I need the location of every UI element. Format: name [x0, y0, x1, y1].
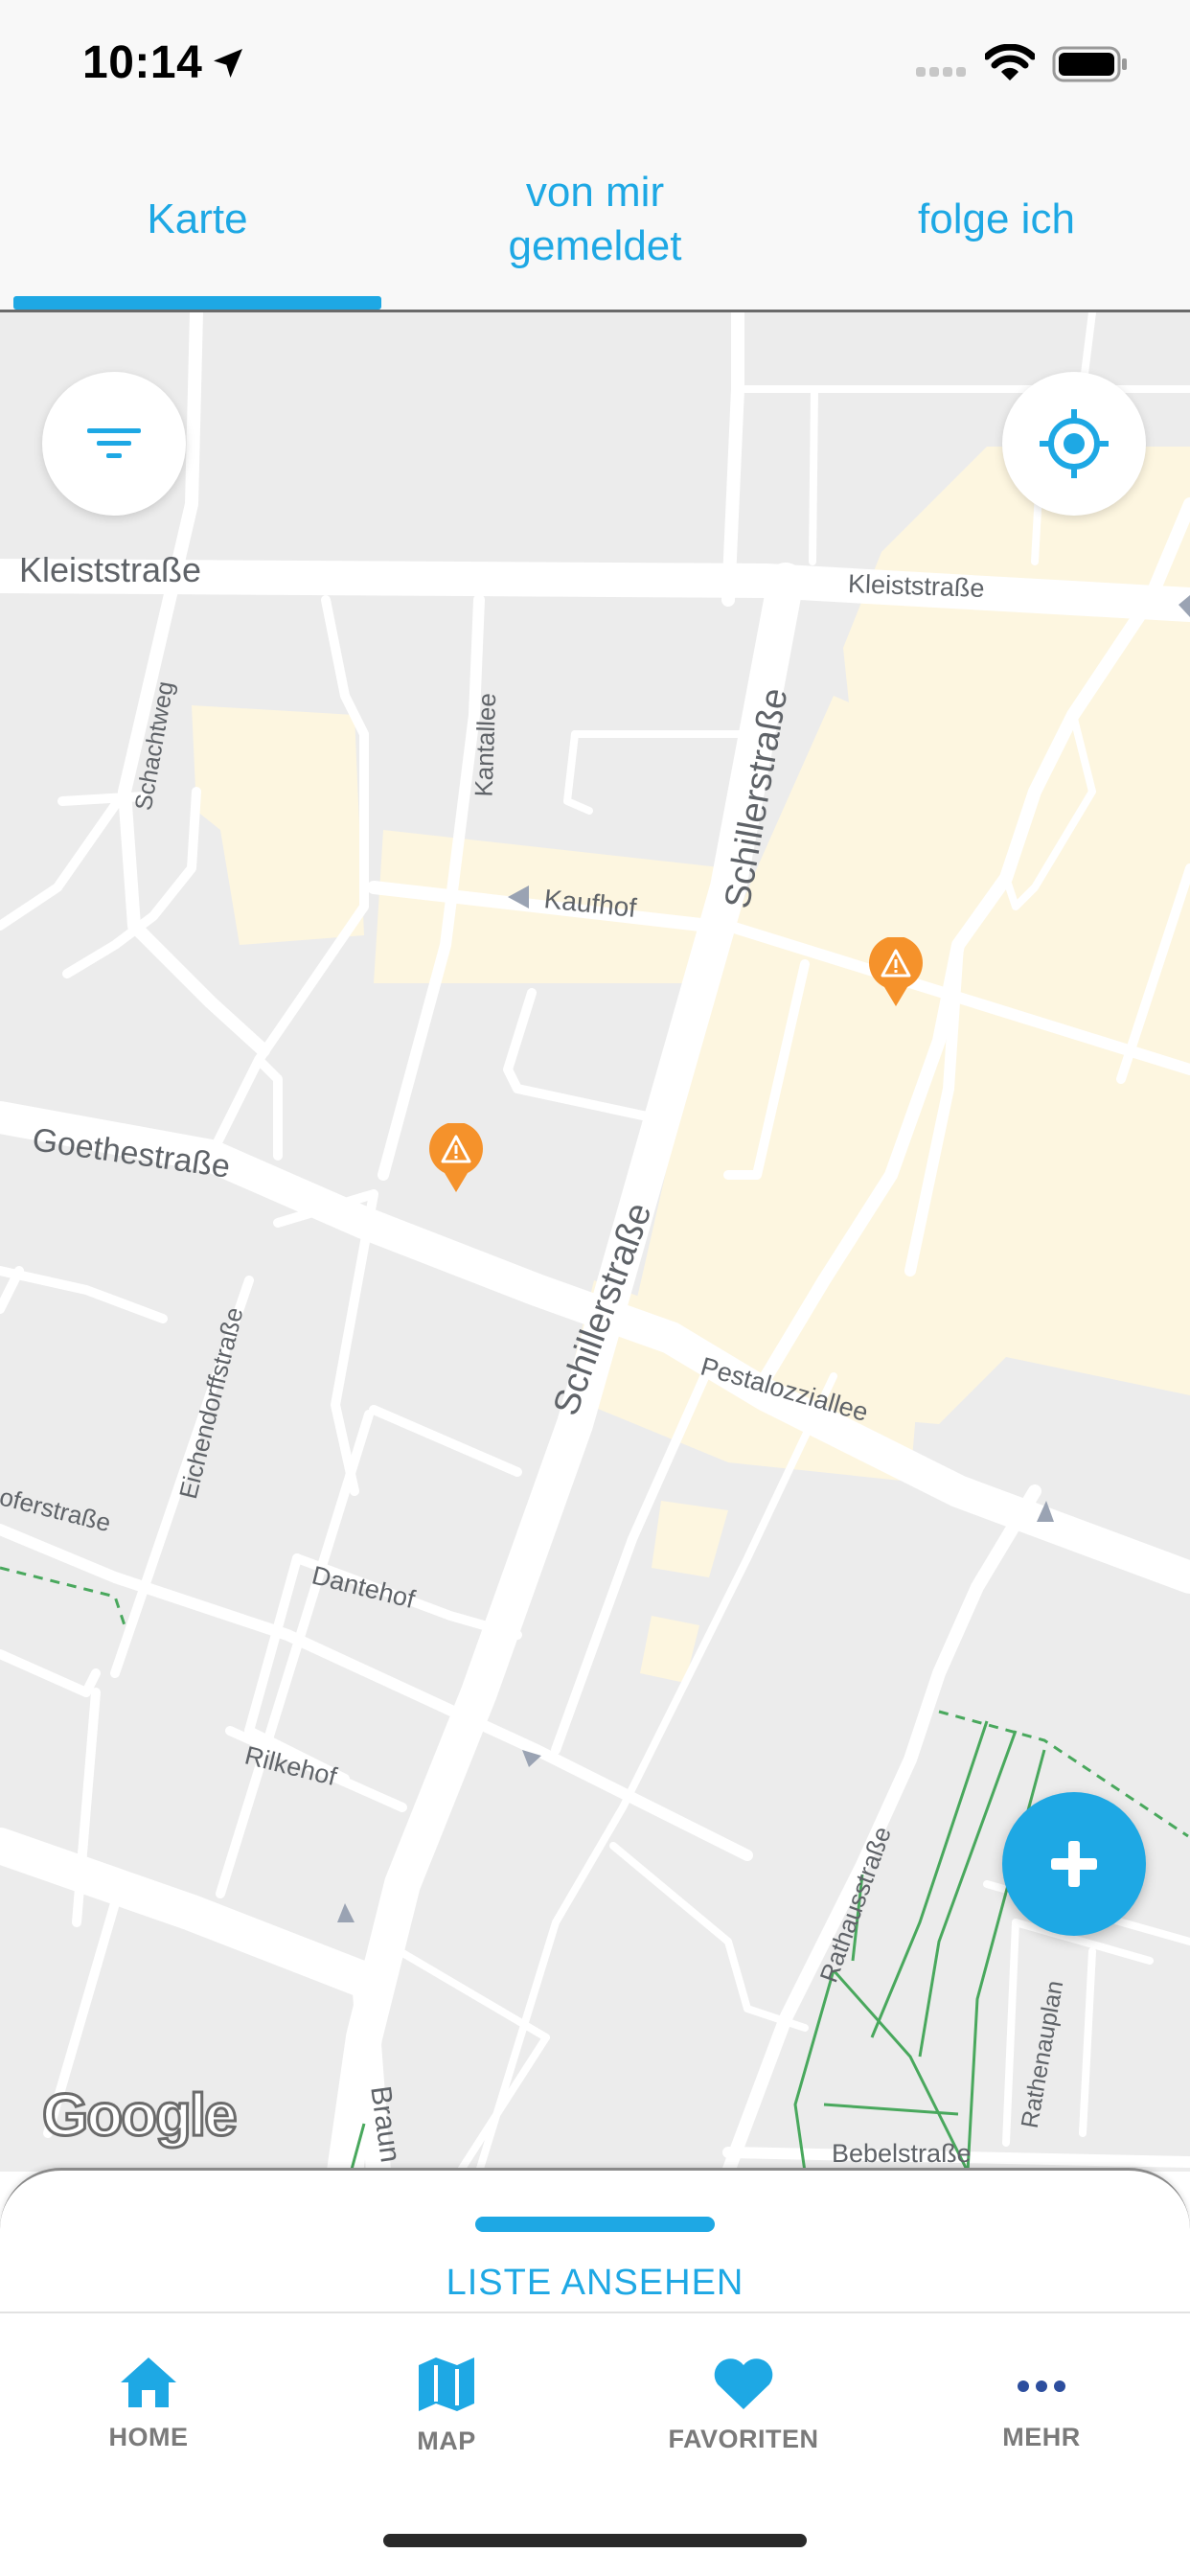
nav-home-label: HOME: [108, 2423, 189, 2451]
home-indicator: [383, 2534, 807, 2547]
street-label: Bebelstraße: [832, 2139, 972, 2168]
home-icon: [121, 2358, 176, 2407]
tab-folge-ich[interactable]: folge ich: [814, 126, 1179, 312]
nav-map-label: MAP: [417, 2426, 476, 2455]
filter-button[interactable]: [42, 372, 186, 516]
nav-mehr[interactable]: MEHR: [917, 2356, 1166, 2452]
active-tab-indicator: [13, 296, 381, 310]
street-label: Kleiststraße: [847, 569, 986, 603]
warning-marker-icon[interactable]: [867, 937, 925, 1008]
wifi-icon: [985, 44, 1035, 80]
battery-icon: [1052, 46, 1127, 82]
crosshair-icon: [1040, 409, 1109, 478]
street-label: Kleiststraße: [19, 550, 202, 589]
tab-von-mir-gemeldet[interactable]: von mir gemeldet: [397, 126, 793, 312]
nav-favoriten[interactable]: FAVORITEN: [619, 2356, 868, 2454]
filter-icon: [87, 428, 141, 458]
nav-map[interactable]: MAP: [322, 2356, 571, 2456]
plus-icon: [1051, 1841, 1097, 1887]
location-arrow-icon: [214, 49, 242, 78]
street-label: Kantallee: [469, 692, 502, 798]
google-attribution-logo: Google: [41, 2082, 240, 2150]
nav-home[interactable]: HOME: [24, 2356, 273, 2452]
warning-marker-icon[interactable]: [427, 1123, 485, 1194]
add-report-button[interactable]: [1002, 1792, 1146, 1936]
top-tab-bar: Karte von mir gemeldet folge ich: [0, 126, 1190, 312]
status-time: 10:14: [82, 37, 203, 88]
nav-favoriten-label: FAVORITEN: [668, 2425, 819, 2453]
more-icon: [1018, 2380, 1065, 2392]
status-bar: 10:14: [0, 0, 1190, 126]
list-bottom-sheet[interactable]: LISTE ANSEHEN: [0, 2168, 1190, 2312]
sheet-drag-handle[interactable]: [475, 2217, 715, 2232]
tab-karte[interactable]: Karte: [13, 126, 381, 312]
view-list-button[interactable]: LISTE ANSEHEN: [0, 2263, 1190, 2304]
heart-icon: [714, 2358, 773, 2409]
nav-mehr-label: MEHR: [1002, 2423, 1081, 2451]
map-icon: [419, 2358, 474, 2411]
locate-me-button[interactable]: [1002, 372, 1146, 516]
cellular-signal-icon: [916, 67, 966, 77]
